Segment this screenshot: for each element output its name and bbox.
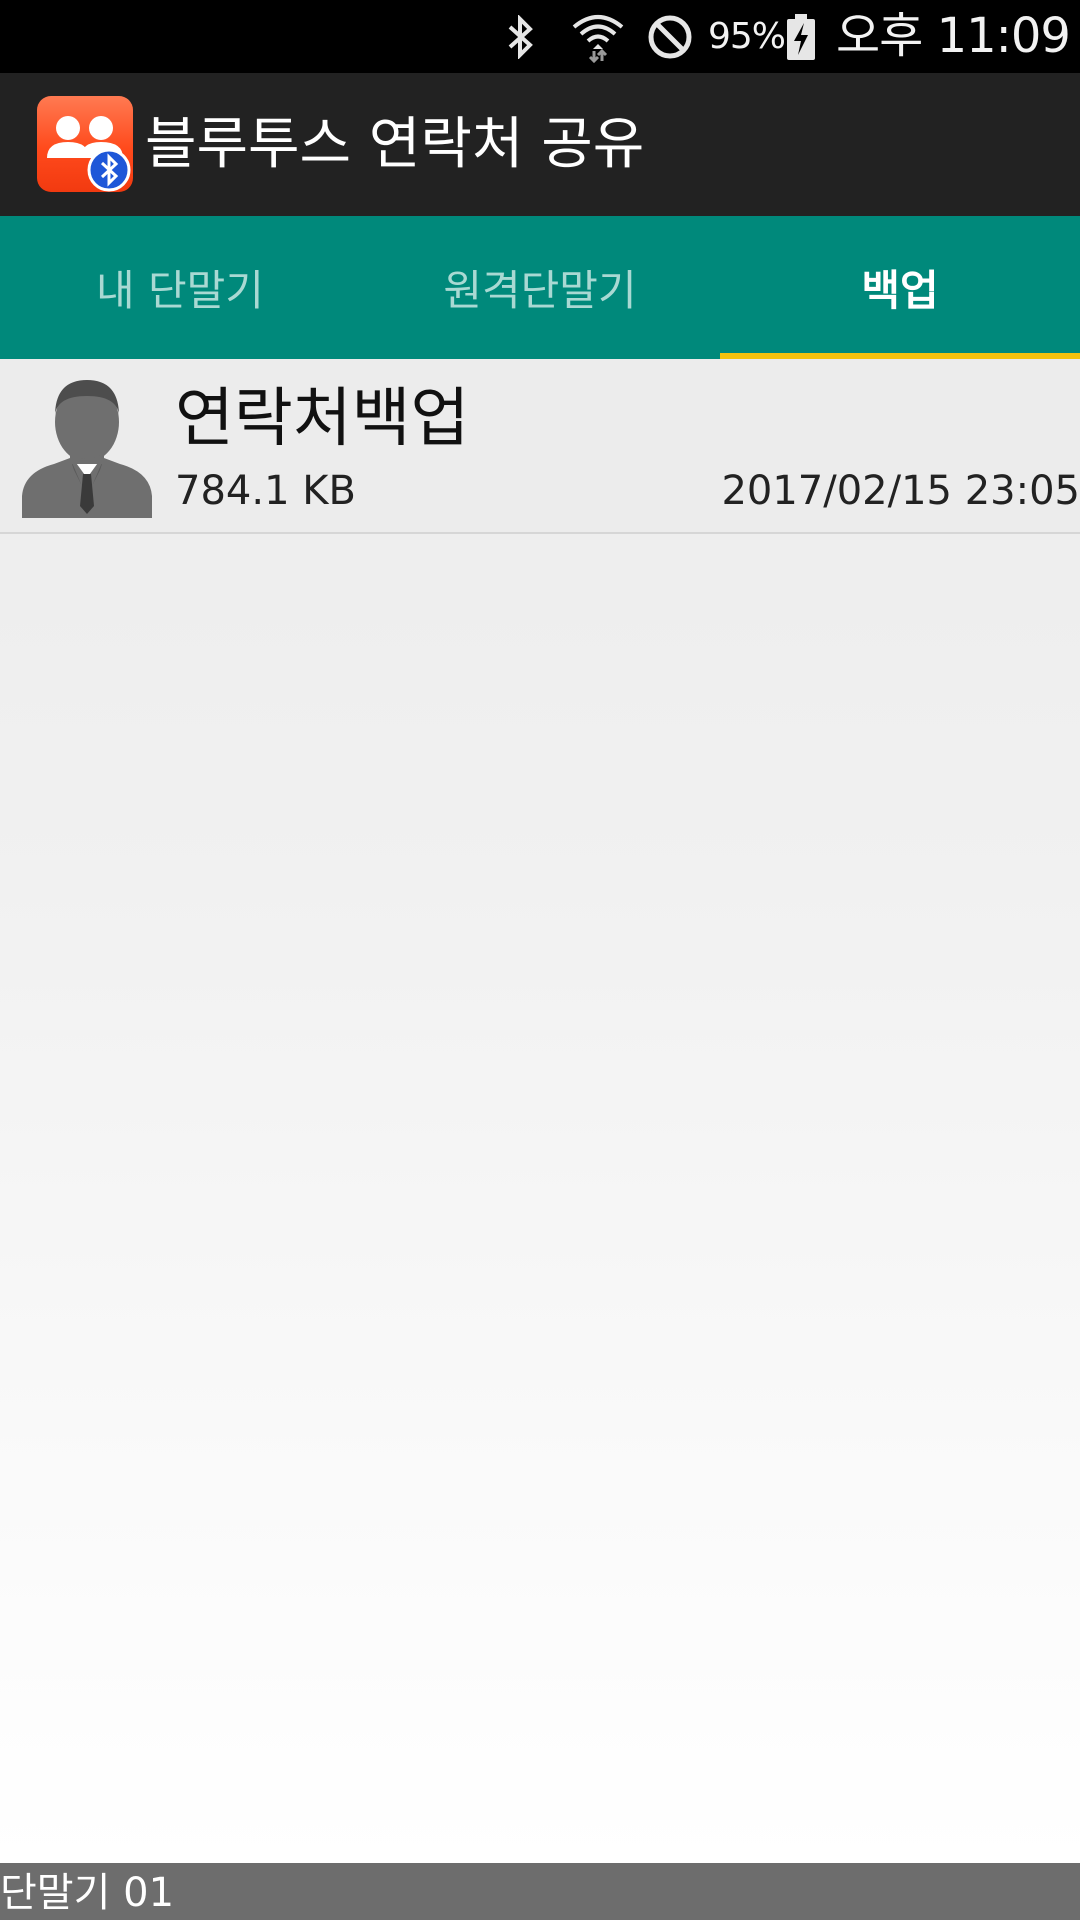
tab-bar: 내 단말기 원격단말기 백업 bbox=[0, 216, 1080, 359]
clock: 오후 11:09 bbox=[836, 8, 1071, 64]
tab-my-device[interactable]: 내 단말기 bbox=[0, 216, 360, 359]
list-item[interactable]: 연락처백업 784.1 KB 2017/02/15 23:05 bbox=[0, 359, 1080, 534]
status-bar: 95% 오후 11:09 bbox=[0, 0, 1080, 73]
no-sim-icon bbox=[642, 10, 698, 64]
backup-size: 784.1 KB bbox=[175, 468, 356, 514]
battery-percentage: 95% bbox=[708, 16, 786, 57]
app-bar: 블루투스 연락처 공유 bbox=[0, 73, 1080, 216]
tab-backup[interactable]: 백업 bbox=[720, 216, 1080, 359]
tab-remote-device[interactable]: 원격단말기 bbox=[360, 216, 720, 359]
battery-charging-icon bbox=[784, 10, 818, 64]
bluetooth-icon bbox=[498, 10, 544, 64]
person-avatar-icon bbox=[20, 374, 154, 518]
backup-date: 2017/02/15 23:05 bbox=[721, 468, 1080, 514]
backup-title: 연락처백업 bbox=[175, 382, 470, 456]
device-name-label: 단말기 01 bbox=[0, 1870, 175, 1916]
wifi-icon bbox=[568, 10, 628, 64]
footer-bar: 단말기 01 bbox=[0, 1863, 1080, 1920]
backup-list: 연락처백업 784.1 KB 2017/02/15 23:05 bbox=[0, 359, 1080, 1863]
contacts-bluetooth-icon[interactable] bbox=[37, 96, 133, 192]
app-title: 블루투스 연락처 공유 bbox=[145, 112, 645, 177]
